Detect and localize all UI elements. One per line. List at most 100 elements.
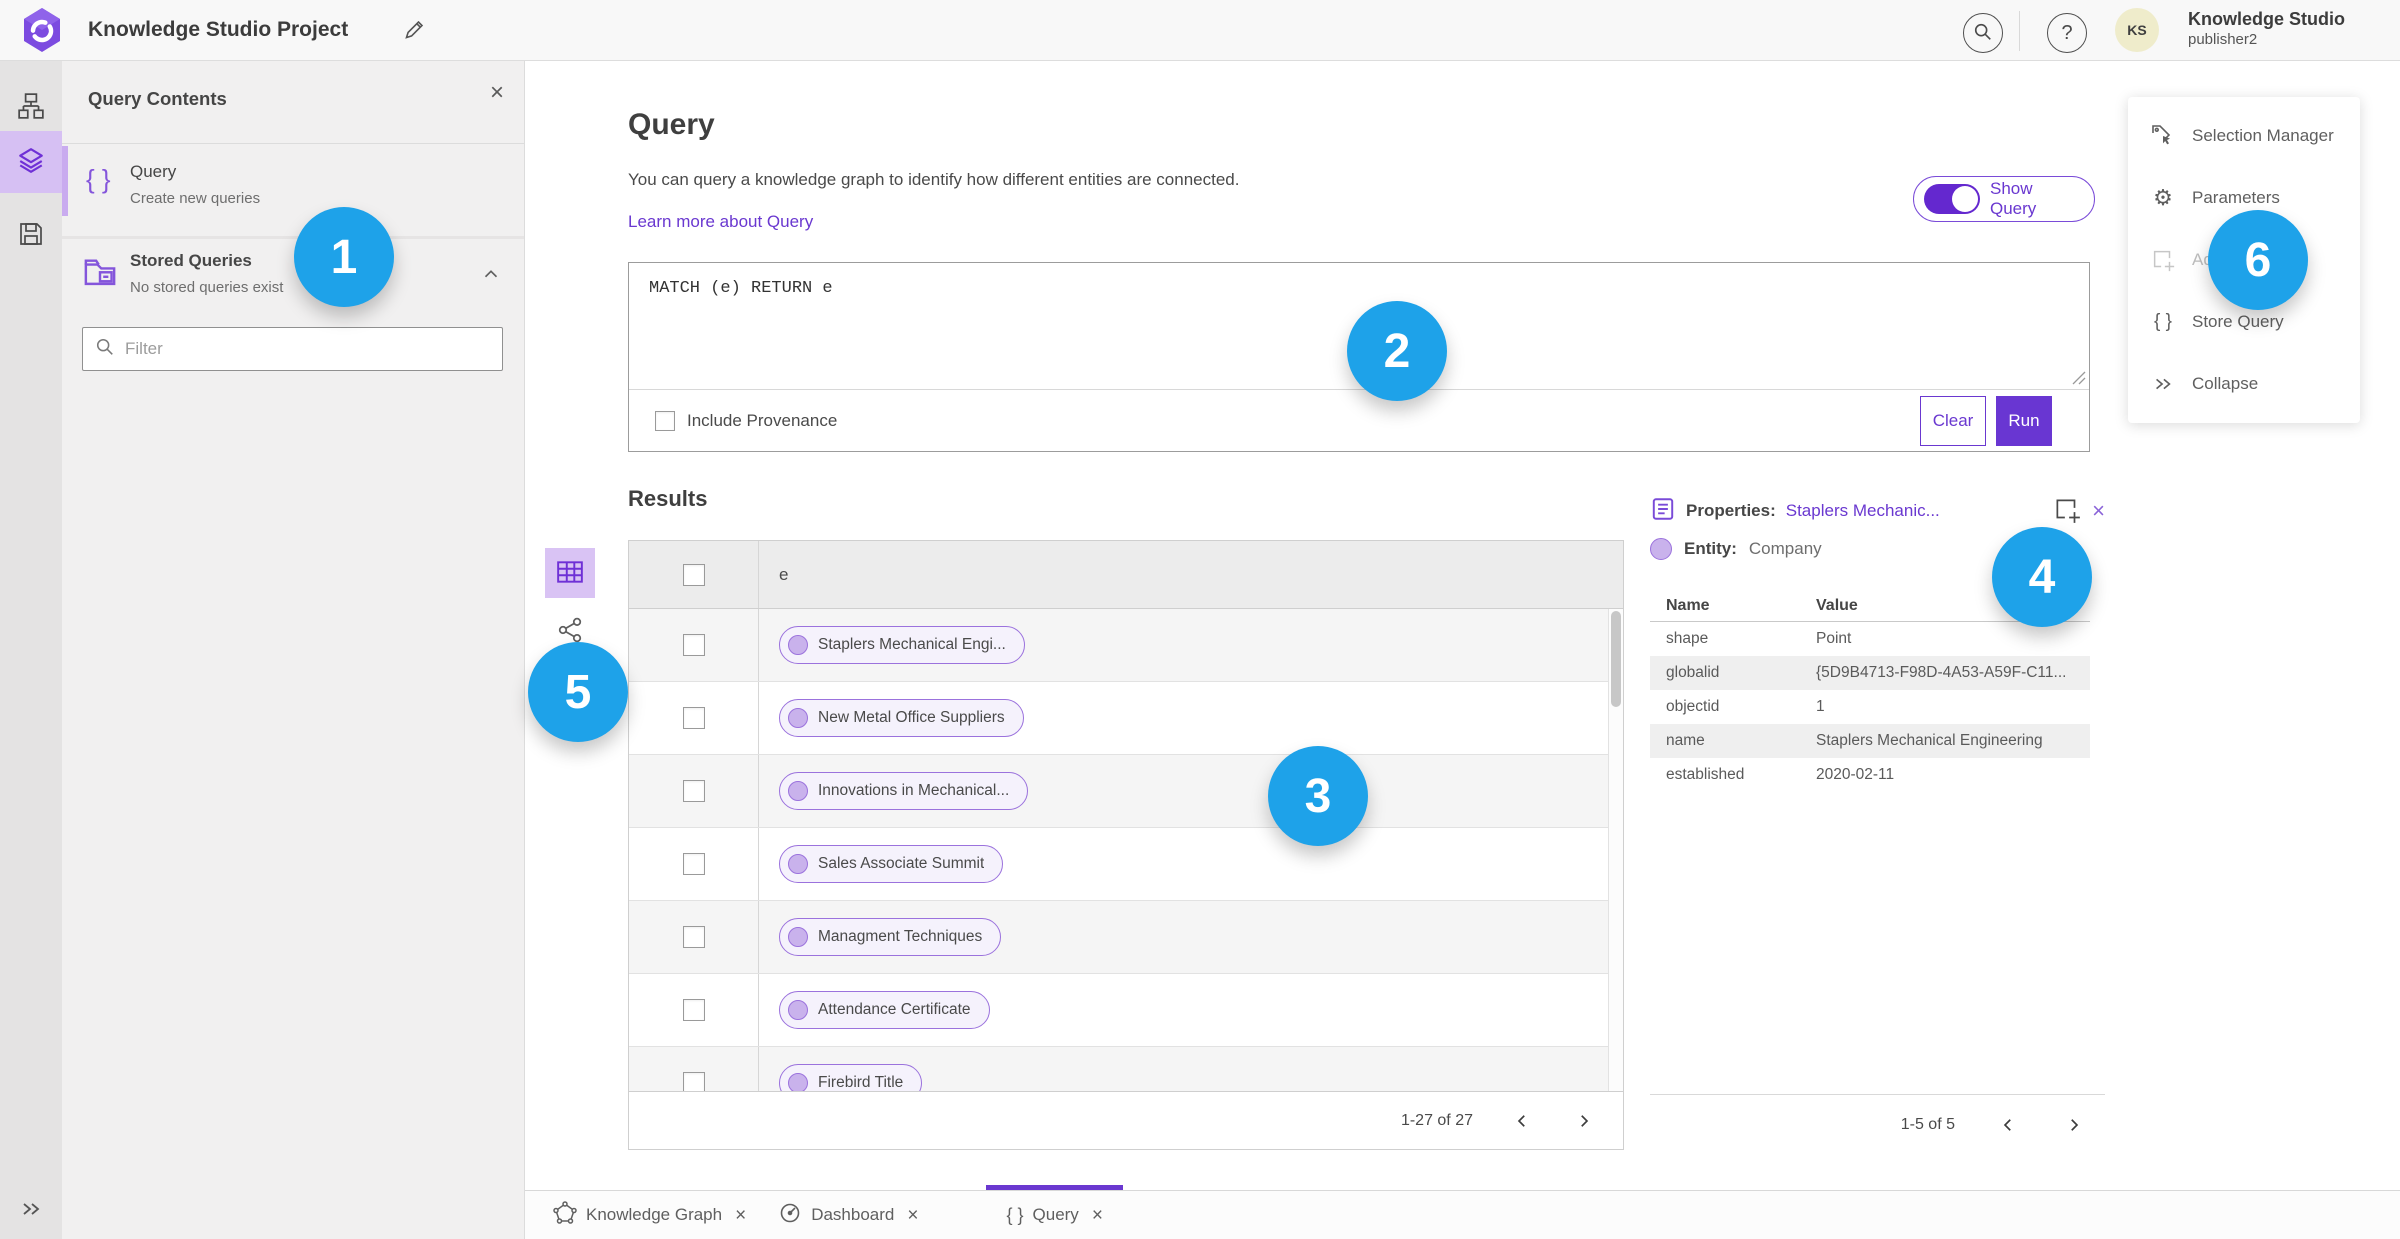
query-contents-panel: Query Contents × { } Query Create new qu…	[62, 61, 525, 1239]
menu-item-selection-manager[interactable]: Selection Manager	[2128, 105, 2360, 167]
property-row: established 2020-02-11	[1666, 766, 1895, 783]
data-model-rail-button[interactable]	[0, 77, 62, 139]
entity-chip[interactable]: Firebird Title	[779, 1064, 923, 1091]
resize-handle-icon[interactable]	[2072, 371, 2086, 385]
add-to-icon	[2052, 495, 2082, 528]
query-description: You can query a knowledge graph to ident…	[628, 170, 1240, 189]
properties-pagination: 1-5 of 5	[1650, 1094, 2105, 1154]
annotation-badge-1: 1	[294, 207, 394, 307]
results-scrollbar-thumb[interactable]	[1611, 611, 1621, 707]
properties-close-button[interactable]: ×	[2092, 500, 2105, 522]
add-to-map-button[interactable]	[2052, 495, 2082, 528]
row-checkbox[interactable]	[682, 853, 705, 875]
results-pagination: 1-27 of 27	[629, 1091, 1623, 1150]
close-tab-button[interactable]: ×	[1092, 1206, 1103, 1225]
edit-title-pencil-icon[interactable]	[402, 18, 426, 42]
entity-chip[interactable]: Staplers Mechanical Engi...	[779, 626, 1025, 664]
question-icon: ?	[2061, 21, 2073, 44]
close-tab-button[interactable]: ×	[735, 1206, 746, 1225]
entity-chip[interactable]: Innovations in Mechanical...	[779, 772, 1029, 810]
entity-chip[interactable]: Attendance Certificate	[779, 991, 990, 1029]
menu-item-label: Collapse	[2192, 374, 2259, 393]
braces-icon: { }	[1006, 1204, 1024, 1225]
panel-close-button[interactable]: ×	[490, 81, 504, 105]
annotation-badge-4: 4	[1992, 527, 2092, 627]
stored-queries-empty-text: No stored queries exist	[130, 279, 284, 296]
hierarchy-icon	[17, 92, 45, 125]
row-checkbox[interactable]	[682, 999, 705, 1021]
table-view-button-active[interactable]	[545, 548, 595, 598]
layers-icon	[17, 146, 45, 179]
annotation-badge-2: 2	[1347, 301, 1447, 401]
entity-chip[interactable]: Managment Techniques	[779, 918, 1002, 956]
entity-dot-icon	[788, 927, 808, 947]
double-chevron-right-icon	[19, 1197, 43, 1226]
row-checkbox[interactable]	[682, 926, 705, 948]
query-page-title: Query	[628, 108, 715, 141]
search-icon	[95, 337, 115, 362]
tab-dashboard[interactable]: Dashboard ×	[762, 1191, 934, 1239]
save-rail-button[interactable]	[0, 205, 62, 267]
stored-queries-section[interactable]: Stored Queries No stored queries exist	[62, 239, 524, 325]
row-checkbox[interactable]	[682, 780, 705, 802]
entity-chip[interactable]: New Metal Office Suppliers	[779, 699, 1024, 737]
table-row: Firebird Title	[629, 1047, 1623, 1091]
query-contents-item-query[interactable]: { } Query Create new queries	[62, 144, 524, 236]
next-page-button[interactable]	[1571, 1108, 1597, 1134]
entity-dot-icon	[788, 635, 808, 655]
expand-rail-button[interactable]	[0, 1189, 62, 1233]
previous-page-button[interactable]	[1995, 1112, 2021, 1138]
entity-dot-icon	[788, 708, 808, 728]
row-checkbox[interactable]	[682, 634, 705, 656]
tab-query-active[interactable]: { } Query ×	[986, 1185, 1124, 1239]
table-grid-icon	[556, 558, 584, 589]
header-checkbox-cell	[629, 541, 759, 608]
table-row: Managment Techniques	[629, 901, 1623, 974]
search-button[interactable]	[1963, 13, 2003, 53]
property-row: globalid {5D9B4713-F98D-4A53-A59F-C11...	[1650, 656, 2090, 690]
select-all-checkbox[interactable]	[682, 563, 705, 586]
results-heading: Results	[628, 486, 708, 511]
filter-input[interactable]	[125, 339, 490, 359]
clear-button[interactable]: Clear	[1920, 395, 1986, 446]
properties-header: Properties: Staplers Mechanic... ×	[1650, 494, 2105, 528]
next-page-button[interactable]	[2061, 1112, 2087, 1138]
annotation-badge-3: 3	[1268, 746, 1368, 846]
entity-dot-icon	[788, 781, 808, 801]
close-tab-button[interactable]: ×	[907, 1206, 918, 1225]
user-name: Knowledge Studio	[2188, 9, 2345, 29]
entity-chip[interactable]: Sales Associate Summit	[779, 845, 1004, 883]
avatar[interactable]: KS	[2115, 8, 2159, 52]
dashboard-gauge-icon	[778, 1201, 802, 1230]
property-row: name Staplers Mechanical Engineering	[1650, 724, 2090, 758]
topbar-divider	[2019, 11, 2020, 51]
braces-icon: { }	[86, 164, 111, 194]
results-table: e Staplers Mechanical Engi... New Metal …	[628, 540, 1624, 1150]
learn-more-link[interactable]: Learn more about Query	[628, 212, 813, 232]
previous-page-button[interactable]	[1509, 1108, 1535, 1134]
help-button[interactable]: ?	[2047, 13, 2087, 53]
run-button[interactable]: Run	[1996, 395, 2052, 446]
entity-type: Company	[1748, 539, 1822, 558]
gear-icon: ⚙	[2153, 185, 2173, 210]
query-item-label: Query	[130, 162, 177, 181]
results-scrollbar-track	[1608, 609, 1623, 1091]
query-editor[interactable]: MATCH (e) RETURN e	[649, 279, 833, 298]
tab-knowledge-graph[interactable]: Knowledge Graph ×	[537, 1191, 762, 1239]
row-checkbox[interactable]	[682, 1072, 705, 1091]
table-row: Staplers Mechanical Engi...	[629, 609, 1623, 682]
properties-entity-link[interactable]: Staplers Mechanic...	[1786, 501, 1940, 521]
table-row: Innovations in Mechanical...	[629, 755, 1623, 828]
user-block[interactable]: Knowledge Studio publisher2	[2188, 8, 2345, 49]
include-provenance-checkbox[interactable]	[655, 410, 675, 431]
menu-item-collapse[interactable]: Collapse	[2128, 353, 2360, 415]
braces-icon: { }	[2154, 311, 2172, 332]
layers-rail-button-active[interactable]	[0, 131, 62, 193]
query-editor-footer: Include Provenance Clear Run	[629, 390, 2089, 451]
row-checkbox[interactable]	[682, 707, 705, 729]
tab-label: Query	[1032, 1205, 1079, 1224]
collapse-section-chevron-up-icon[interactable]	[480, 263, 502, 285]
show-query-toggle[interactable]: Show Query	[1913, 176, 2095, 222]
property-row: shape Point	[1666, 630, 1852, 647]
active-indicator-bar	[62, 146, 68, 216]
